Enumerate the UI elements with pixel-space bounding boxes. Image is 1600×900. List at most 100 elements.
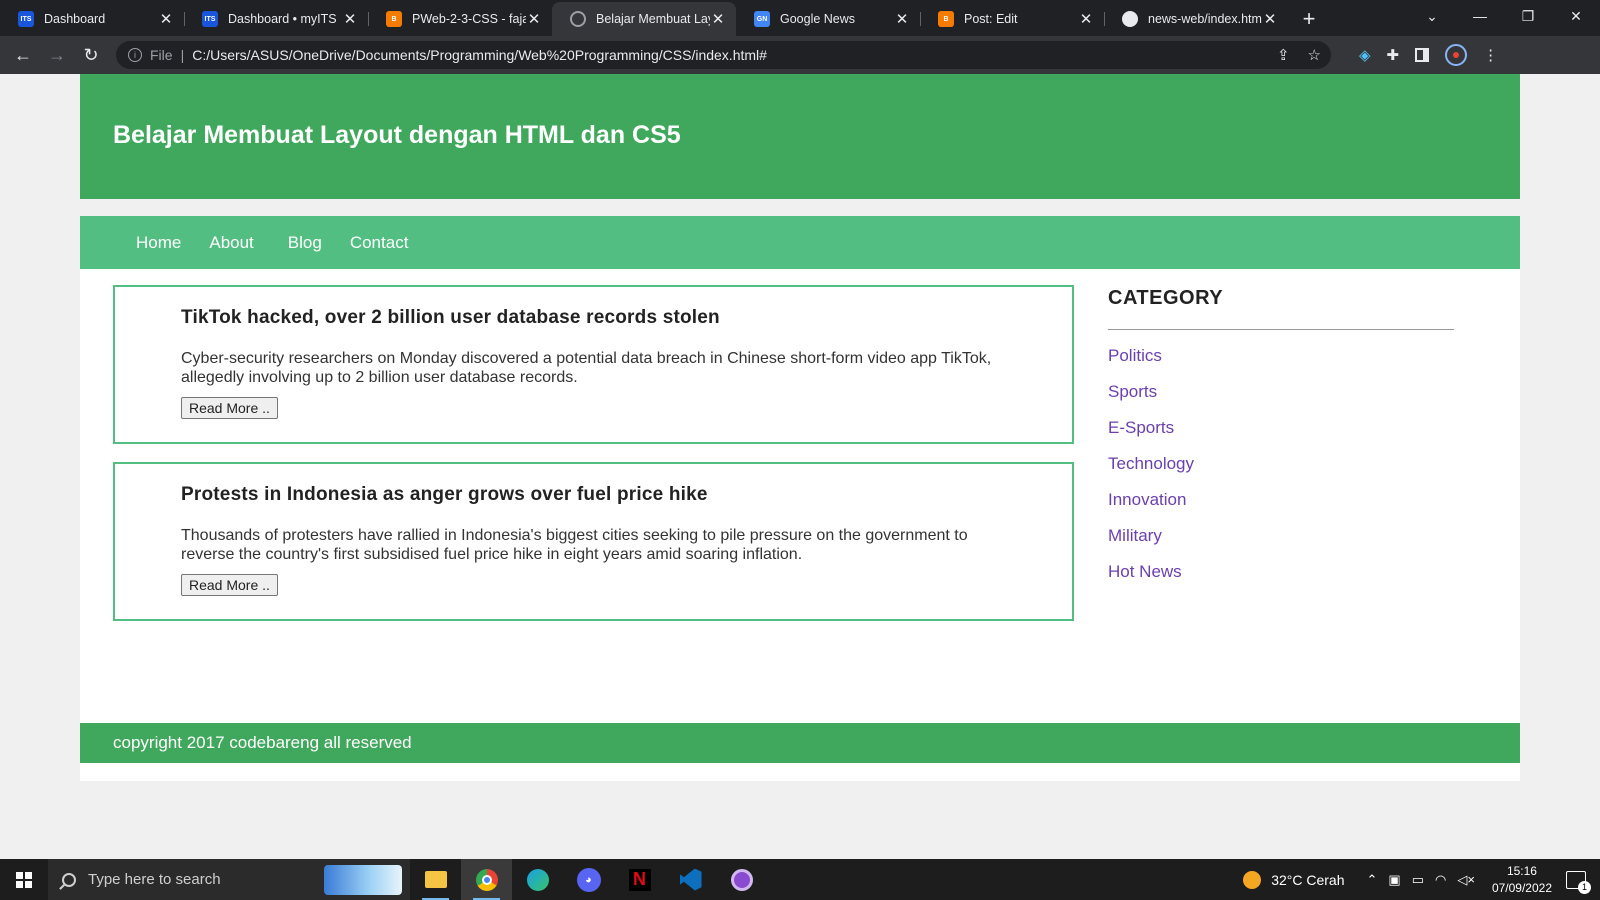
system-tray: 32°C Cerah ⌃ ▣ ▭ ◠ ◁× 15:16 07/09/2022 1: [1243, 859, 1600, 900]
its-icon: ITS: [18, 11, 34, 27]
battery-icon[interactable]: ▭: [1412, 872, 1424, 888]
site-header: Belajar Membuat Layout dengan HTML dan C…: [80, 74, 1520, 199]
article-title: Protests in Indonesia as anger grows ove…: [181, 484, 708, 505]
close-icon[interactable]: ✕: [342, 10, 358, 28]
edge-icon: [526, 868, 549, 891]
list-item: Innovation: [1108, 490, 1454, 526]
extension-icon[interactable]: ◈: [1359, 46, 1371, 64]
tab-post-edit[interactable]: B Post: Edit ✕: [920, 2, 1104, 36]
taskbar-file-explorer[interactable]: [410, 859, 461, 900]
forward-icon[interactable]: →: [40, 38, 74, 72]
nav-blog-link[interactable]: Blog: [288, 233, 322, 253]
category-link-innovation[interactable]: Innovation: [1108, 490, 1186, 509]
sun-icon[interactable]: [1243, 870, 1262, 889]
taskbar-discord[interactable]: ◕: [563, 859, 614, 900]
tab-news-web[interactable]: news-web/index.html ✕: [1104, 2, 1288, 36]
window-controls: ⌄ — ❐ ✕: [1408, 0, 1600, 32]
close-icon[interactable]: ✕: [526, 10, 542, 28]
tab-pweb-css[interactable]: B PWeb-2-3-CSS - fajar ✕: [368, 2, 552, 36]
category-list: Politics Sports E-Sports Technology Inno…: [1108, 346, 1454, 598]
read-more-button[interactable]: Read More ..: [181, 574, 278, 596]
close-icon[interactable]: ✕: [158, 10, 174, 28]
nav-about-link[interactable]: About: [209, 233, 253, 253]
url-text[interactable]: C:/Users/ASUS/OneDrive/Documents/Program…: [192, 47, 767, 63]
article-text: Cyber-security researchers on Monday dis…: [181, 350, 992, 386]
tab-title: Google News: [780, 12, 856, 26]
page-viewport: Belajar Membuat Layout dengan HTML dan C…: [0, 74, 1600, 859]
chrome-icon: [475, 868, 498, 891]
tab-dashboard-myits[interactable]: ITS Dashboard • myITS ✕: [184, 2, 368, 36]
bookmark-star-icon[interactable]: ☆: [1308, 46, 1321, 64]
scheme-label: File: [150, 47, 173, 63]
close-icon[interactable]: ✕: [1078, 10, 1094, 28]
taskbar-github-desktop[interactable]: [716, 859, 767, 900]
tab-search-icon[interactable]: ⌄: [1408, 0, 1456, 32]
taskbar-clock[interactable]: 15:16 07/09/2022: [1492, 863, 1552, 897]
tab-google-news[interactable]: GN Google News ✕: [736, 2, 920, 36]
nav-home-link[interactable]: Home: [136, 233, 181, 253]
taskbar-apps: ◕ N: [410, 859, 767, 900]
weather-text[interactable]: 32°C Cerah: [1271, 872, 1344, 888]
close-icon[interactable]: ✕: [1262, 10, 1278, 28]
blogger-icon: B: [938, 11, 954, 27]
browser-toolbar: ← → ↻ i File | C:/Users/ASUS/OneDrive/Do…: [0, 36, 1600, 74]
back-icon[interactable]: ←: [6, 38, 40, 72]
taskbar-chrome[interactable]: [461, 859, 512, 900]
article-title: TikTok hacked, over 2 billion user datab…: [181, 307, 720, 328]
article-card: TikTok hacked, over 2 billion user datab…: [113, 285, 1074, 444]
close-icon[interactable]: ✕: [710, 10, 726, 28]
sidebar-title: CATEGORY: [1108, 287, 1224, 309]
address-separator: |: [180, 47, 185, 63]
close-icon[interactable]: ✕: [894, 10, 910, 28]
read-more-button[interactable]: Read More ..: [181, 397, 278, 419]
site-navigation: Home About Blog Contact: [80, 216, 1520, 269]
meet-now-icon[interactable]: ▣: [1388, 872, 1400, 888]
category-sidebar: CATEGORY Politics Sports E-Sports Techno…: [1108, 287, 1454, 598]
minimize-icon[interactable]: —: [1456, 0, 1504, 32]
speaker-muted-icon[interactable]: ◁×: [1457, 872, 1475, 888]
list-item: Technology: [1108, 454, 1454, 490]
clock-date: 07/09/2022: [1491, 880, 1552, 895]
taskbar-vscode[interactable]: [665, 859, 716, 900]
windows-start-button[interactable]: [0, 859, 48, 900]
search-placeholder: Type here to search: [88, 871, 221, 888]
category-link-politics[interactable]: Politics: [1108, 346, 1162, 365]
category-link-military[interactable]: Military: [1108, 526, 1162, 545]
reload-icon[interactable]: ↻: [74, 38, 108, 72]
browser-tab-strip: ITS Dashboard ✕ ITS Dashboard • myITS ✕ …: [0, 0, 1600, 36]
list-item: Hot News: [1108, 562, 1454, 598]
tab-title: Dashboard: [44, 12, 106, 26]
menu-icon[interactable]: ⋮: [1483, 46, 1498, 64]
taskbar-edge[interactable]: [512, 859, 563, 900]
category-link-hot-news[interactable]: Hot News: [1108, 562, 1182, 581]
category-link-technology[interactable]: Technology: [1108, 454, 1194, 473]
globe-icon: [570, 11, 586, 27]
github-icon: [1122, 11, 1138, 27]
chevron-up-icon[interactable]: ⌃: [1367, 872, 1378, 888]
search-highlight-image[interactable]: [324, 865, 402, 895]
puzzle-icon[interactable]: ✚: [1387, 46, 1400, 64]
notification-icon[interactable]: 1: [1566, 870, 1591, 894]
list-item: Military: [1108, 526, 1454, 562]
side-panel-icon[interactable]: [1415, 48, 1430, 62]
page-title: Belajar Membuat Layout dengan HTML dan C…: [113, 121, 681, 149]
folder-icon: [424, 871, 447, 888]
new-tab-button[interactable]: +: [1292, 2, 1326, 36]
tab-belajar-layout[interactable]: Belajar Membuat Layo ✕: [552, 2, 736, 36]
category-link-esports[interactable]: E-Sports: [1108, 418, 1174, 437]
tab-dashboard[interactable]: ITS Dashboard ✕: [0, 2, 184, 36]
category-link-sports[interactable]: Sports: [1108, 382, 1157, 401]
address-bar[interactable]: i File | C:/Users/ASUS/OneDrive/Document…: [116, 41, 1331, 69]
taskbar-netflix[interactable]: N: [614, 859, 665, 900]
share-icon[interactable]: ⇪: [1277, 46, 1290, 64]
its-icon: ITS: [202, 11, 218, 27]
nav-contact-link[interactable]: Contact: [350, 233, 409, 253]
wifi-icon[interactable]: ◠: [1435, 872, 1446, 888]
main-content: TikTok hacked, over 2 billion user datab…: [80, 269, 1520, 781]
info-icon[interactable]: i: [128, 48, 142, 62]
profile-avatar[interactable]: [1445, 44, 1468, 66]
taskbar-search-box[interactable]: Type here to search: [48, 859, 410, 900]
close-window-icon[interactable]: ✕: [1552, 0, 1600, 32]
restore-icon[interactable]: ❐: [1504, 0, 1552, 32]
article-text: Thousands of protesters have rallied in …: [181, 527, 968, 563]
